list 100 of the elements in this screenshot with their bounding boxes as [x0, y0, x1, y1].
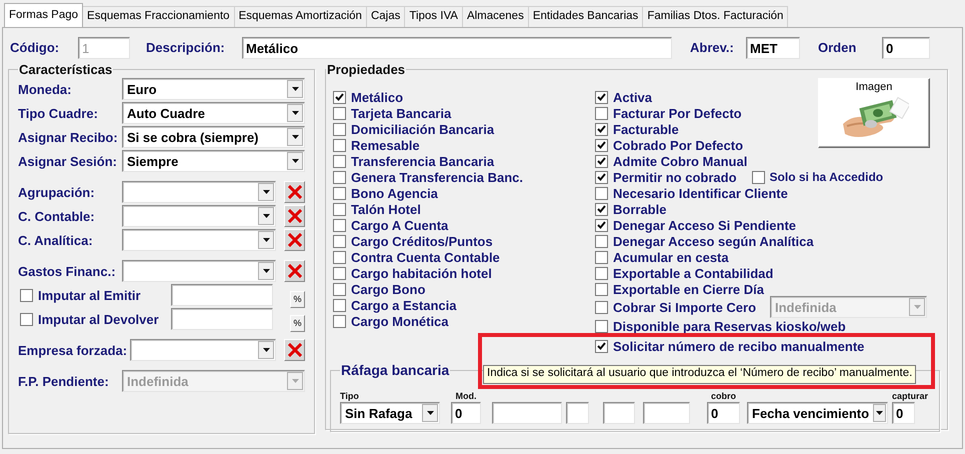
checkbox[interactable] — [333, 250, 346, 264]
checkbox[interactable] — [333, 106, 346, 120]
dropdown[interactable]: Auto Cuadre — [122, 102, 305, 124]
checkbox-label: Solo si ha Accedido — [770, 170, 884, 184]
checkbox[interactable] — [333, 234, 346, 248]
checkbox[interactable] — [333, 90, 346, 104]
checkbox-label: Metálico — [351, 90, 404, 104]
checkbox-label: Cobrado Por Defecto — [613, 138, 744, 152]
checkbox[interactable] — [20, 288, 33, 302]
checkbox-label: Activa — [613, 90, 652, 104]
clear-button[interactable] — [284, 229, 305, 251]
checkbox-label: Necesario Identificar Cliente — [613, 186, 788, 200]
checkbox-label: Denegar Acceso Si Pendiente — [613, 218, 796, 232]
checkbox[interactable] — [595, 320, 608, 334]
checkbox[interactable] — [595, 138, 608, 152]
checkbox[interactable] — [595, 282, 608, 296]
dropdown[interactable] — [130, 339, 276, 361]
dropdown[interactable]: Si se cobra (siempre) — [122, 126, 305, 148]
checkbox[interactable] — [333, 138, 346, 152]
dropdown[interactable]: Euro — [122, 78, 305, 100]
caret-icon — [426, 411, 434, 415]
field-label: Mod. — [456, 391, 476, 402]
checkbox[interactable] — [333, 154, 346, 168]
input-field[interactable]: 0 — [451, 402, 481, 424]
checkbox-label: Cargo habitación hotel — [351, 266, 492, 280]
checkbox-label: Bono Agencia — [351, 186, 438, 200]
checkbox-label: Admite Cobro Manual — [613, 154, 748, 168]
checkbox[interactable] — [595, 218, 608, 232]
dropdown[interactable] — [122, 205, 276, 227]
checkbox-label: Acumular en cesta — [613, 250, 729, 264]
checkbox[interactable] — [333, 266, 346, 280]
input-field[interactable] — [603, 402, 635, 424]
input-field[interactable] — [643, 402, 690, 424]
field-label: Empresa forzada: — [18, 342, 128, 358]
input-field[interactable] — [171, 284, 273, 306]
checkbox-label: Cargo a Estancia — [351, 298, 456, 312]
dropdown[interactable] — [122, 229, 276, 251]
checkbox-label: Permitir no cobrado — [613, 170, 737, 184]
checkbox-label: Borrable — [613, 202, 666, 216]
checkbox-label: Exportable en Cierre Día — [613, 282, 764, 296]
checkbox-label: Exportable a Contabilidad — [613, 266, 774, 280]
checkbox[interactable] — [333, 298, 346, 312]
checkbox-label: Cargo A Cuenta — [351, 218, 448, 232]
dropdown[interactable]: Fecha vencimiento — [747, 402, 888, 424]
field-label: Orden — [818, 40, 858, 55]
checkbox[interactable] — [752, 170, 765, 184]
input-field[interactable]: 0 — [707, 402, 740, 424]
checkbox[interactable] — [333, 314, 346, 328]
checkbox[interactable] — [595, 266, 608, 280]
checkbox-label: Solicitar número de recibo manualmente — [613, 338, 864, 354]
input-field[interactable]: Metálico — [242, 36, 672, 58]
percent-button[interactable]: % — [290, 290, 305, 308]
checkbox-label: Imputar al Emitir — [38, 288, 141, 302]
clear-button[interactable] — [284, 339, 305, 361]
checkbox[interactable] — [595, 186, 608, 200]
caret-icon — [262, 190, 270, 194]
input-field[interactable] — [566, 402, 589, 424]
checkbox[interactable] — [333, 186, 346, 200]
checkbox[interactable] — [595, 154, 608, 168]
checkbox-label: Domiciliación Bancaria — [351, 122, 494, 136]
caret-icon — [876, 411, 884, 415]
field-label: Descripción: — [146, 40, 226, 55]
checkbox[interactable] — [595, 90, 608, 104]
checkbox[interactable] — [333, 170, 346, 184]
tab[interactable]: Familias Dtos. Facturación — [642, 6, 788, 27]
input-field[interactable]: MET — [746, 36, 800, 58]
checkbox-label: Imputar al Devolver — [38, 312, 159, 326]
checkbox[interactable] — [595, 300, 608, 314]
caret-icon — [914, 305, 920, 309]
clear-button[interactable] — [284, 181, 305, 203]
caret-icon — [262, 348, 270, 352]
checkbox[interactable] — [333, 282, 346, 296]
checkbox[interactable] — [595, 234, 608, 248]
checkbox[interactable] — [333, 122, 346, 136]
image-button[interactable]: Imagen — [818, 78, 930, 148]
field-label: C. Contable: — [18, 208, 96, 224]
input-field[interactable] — [171, 308, 273, 330]
clear-button[interactable] — [284, 260, 305, 282]
checkbox[interactable] — [595, 250, 608, 264]
checkbox[interactable] — [595, 202, 608, 216]
tab[interactable]: Formas Pago — [4, 3, 84, 27]
checkbox[interactable] — [20, 312, 33, 326]
checkbox[interactable] — [333, 202, 346, 216]
input-field[interactable]: 0 — [882, 36, 930, 58]
checkbox[interactable] — [595, 122, 608, 136]
checkbox-label: Cargo Créditos/Puntos — [351, 234, 493, 248]
checkbox[interactable] — [595, 106, 608, 120]
dropdown[interactable]: Sin Rafaga — [340, 402, 440, 424]
checkbox[interactable] — [595, 170, 608, 184]
dropdown[interactable] — [122, 260, 276, 282]
percent-button[interactable]: % — [290, 314, 305, 332]
dropdown[interactable]: Siempre — [122, 150, 305, 172]
dropdown[interactable] — [122, 181, 276, 203]
input-field[interactable] — [492, 402, 562, 424]
clear-button[interactable] — [284, 205, 305, 227]
checkbox[interactable] — [595, 340, 608, 353]
input-field[interactable]: 0 — [892, 402, 915, 424]
checkbox-label: Disponible para Reservas kiosko/web — [613, 319, 846, 334]
checkbox[interactable] — [333, 218, 346, 232]
checkbox-label: Talón Hotel — [351, 202, 421, 216]
